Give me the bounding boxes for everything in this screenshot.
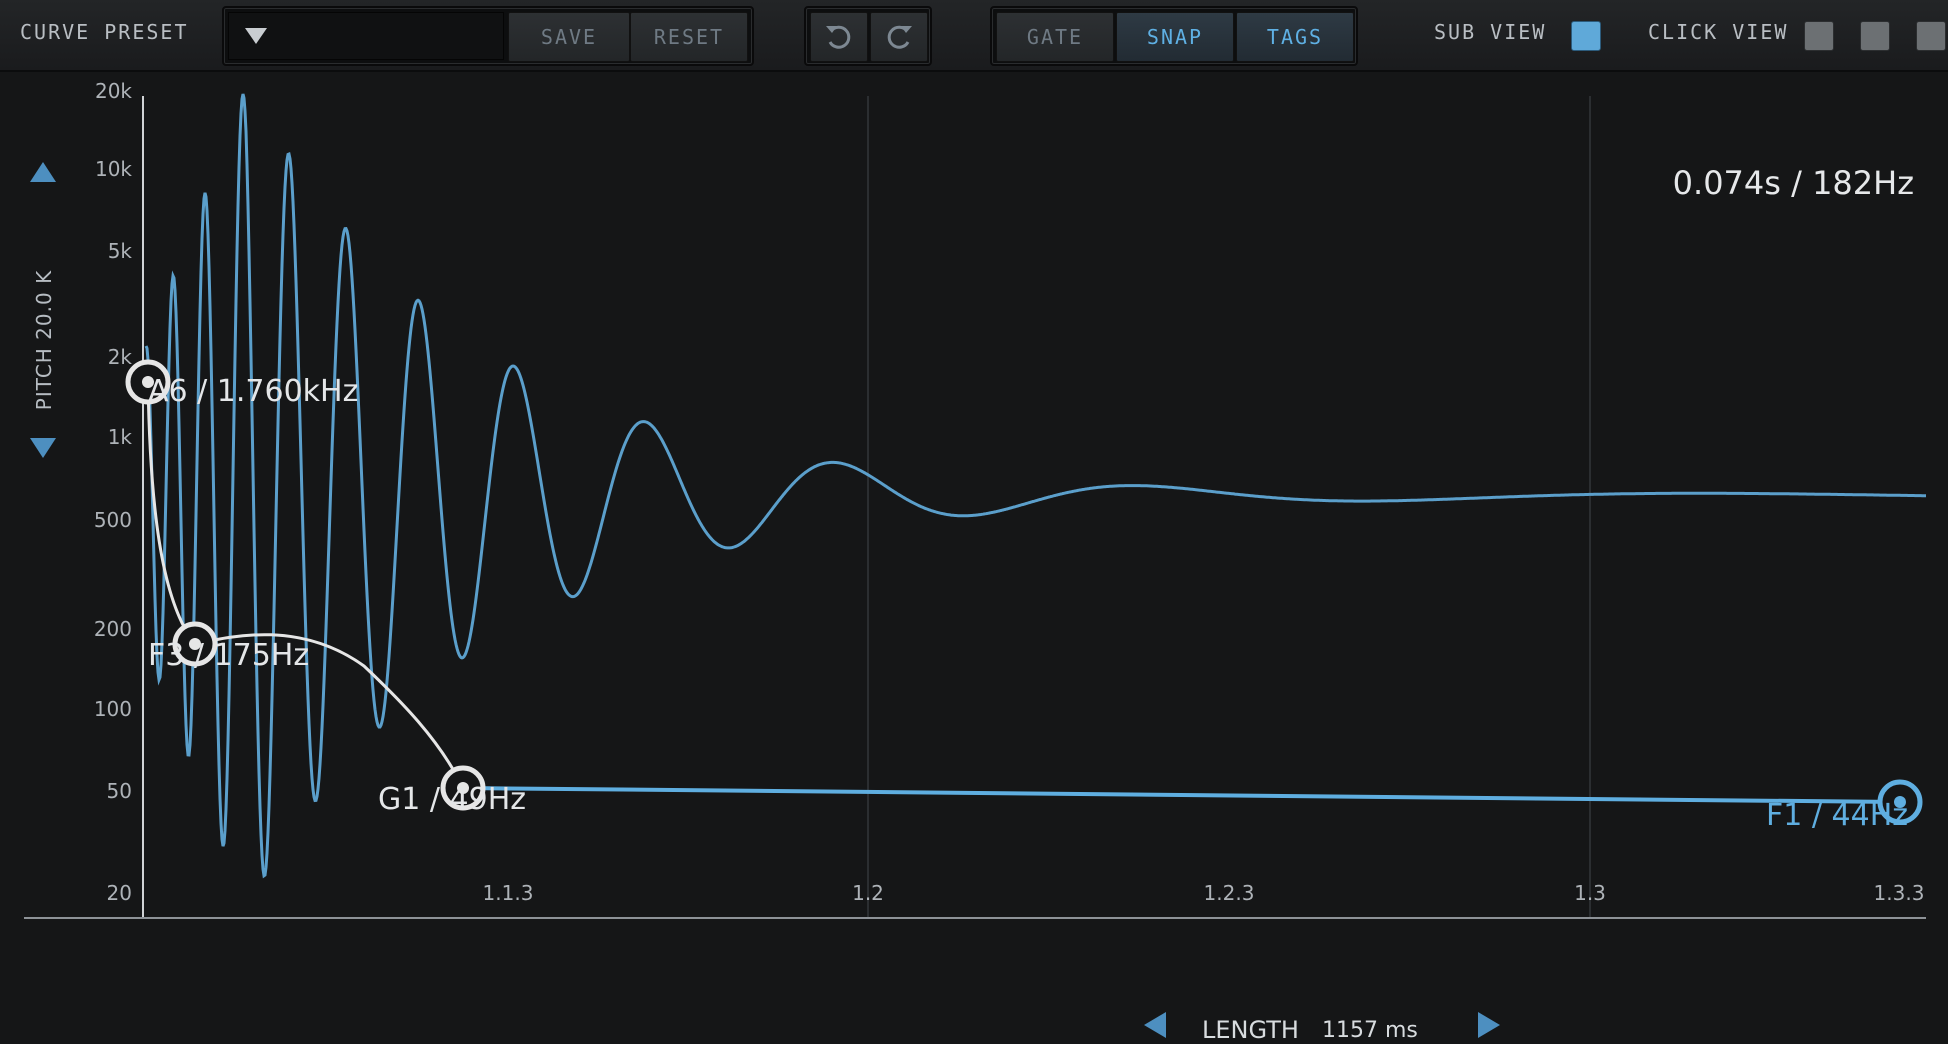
x-tick-labels: 1.1.3 1.2 1.2.3 1.3 1.3.3 <box>483 881 1925 905</box>
redo-icon <box>887 25 912 49</box>
history-group <box>804 6 932 66</box>
cursor-readout: 0.074s / 182Hz <box>1672 164 1914 202</box>
node-label-g1: G1 / 49Hz <box>378 782 526 817</box>
pitch-down-arrow-icon[interactable] <box>30 438 56 458</box>
length-increase-arrow-icon[interactable] <box>1478 1012 1500 1038</box>
sub-view-toggle[interactable] <box>1571 21 1601 51</box>
click-view-toggle-1[interactable] <box>1804 21 1834 51</box>
snap-button[interactable]: SNAP <box>1116 12 1234 62</box>
y-tick-label: 2k <box>108 345 133 369</box>
curve-preset-label: CURVE PRESET <box>20 20 189 44</box>
sub-view-label: SUB VIEW <box>1434 20 1547 44</box>
waveform-line <box>144 93 1926 879</box>
save-button[interactable]: SAVE <box>508 12 630 62</box>
pitch-up-arrow-icon[interactable] <box>30 162 56 182</box>
node-label-f1: F1 / 44Hz <box>1766 798 1909 833</box>
x-tick-label: 1.3 <box>1574 881 1606 905</box>
preset-dropdown[interactable] <box>228 12 504 60</box>
click-view-toggle-2[interactable] <box>1860 21 1890 51</box>
preset-group: SAVE RESET <box>222 6 754 66</box>
redo-button[interactable] <box>870 12 928 62</box>
y-tick-label: 10k <box>95 157 132 181</box>
y-tick-label: 200 <box>94 617 132 641</box>
click-view-toggle-3[interactable] <box>1916 21 1946 51</box>
node-label-f3: F3 / 175Hz <box>148 638 310 673</box>
pitch-range-label: PITCH 20.0 K <box>32 269 56 411</box>
click-view-label: CLICK VIEW <box>1648 20 1789 44</box>
undo-button[interactable] <box>810 12 868 62</box>
y-tick-label: 50 <box>107 779 132 803</box>
mode-group: GATE SNAP TAGS <box>990 6 1358 66</box>
y-tick-label: 100 <box>94 697 132 721</box>
pitch-envelope-editor[interactable]: 20k 10k 5k 2k 1k 500 200 100 50 20 1.1.3 1.2 1.2.3 1… <box>0 72 1948 1044</box>
reset-button[interactable]: RESET <box>630 12 748 62</box>
gate-button[interactable]: GATE <box>996 12 1114 62</box>
dropdown-arrow-icon <box>245 28 267 44</box>
length-label: LENGTH <box>1202 1016 1299 1044</box>
y-tick-label: 5k <box>108 239 133 263</box>
pitch-curve-blue <box>462 786 1901 804</box>
tags-button[interactable]: TAGS <box>1236 12 1354 62</box>
y-tick-label: 500 <box>94 508 132 532</box>
x-tick-label: 1.1.3 <box>483 881 534 905</box>
toolbar: CURVE PRESET SAVE RESET GATE SNAP TAGS S… <box>0 0 1948 72</box>
y-tick-label: 1k <box>108 425 133 449</box>
plot-canvas: 20k10k5k2k1k5002001005020 1.1.3 1.2 1.2.3 1… <box>24 79 1926 919</box>
node-label-a6: A6 / 1.760kHz <box>148 374 359 409</box>
y-tick-labels: 20k 10k 5k 2k 1k 500 200 100 50 20 <box>94 79 133 905</box>
curve-nodes <box>125 359 1923 825</box>
length-decrease-arrow-icon[interactable] <box>1144 1012 1166 1038</box>
y-tick-label: 20k <box>95 79 132 103</box>
length-value[interactable]: 1157 ms <box>1322 1018 1418 1043</box>
undo-icon <box>826 25 851 49</box>
x-tick-label: 1.2 <box>852 881 884 905</box>
y-tick-label: 20 <box>107 881 132 905</box>
x-tick-label: 1.2.3 <box>1204 881 1255 905</box>
x-tick-label: 1.3.3 <box>1874 881 1925 905</box>
